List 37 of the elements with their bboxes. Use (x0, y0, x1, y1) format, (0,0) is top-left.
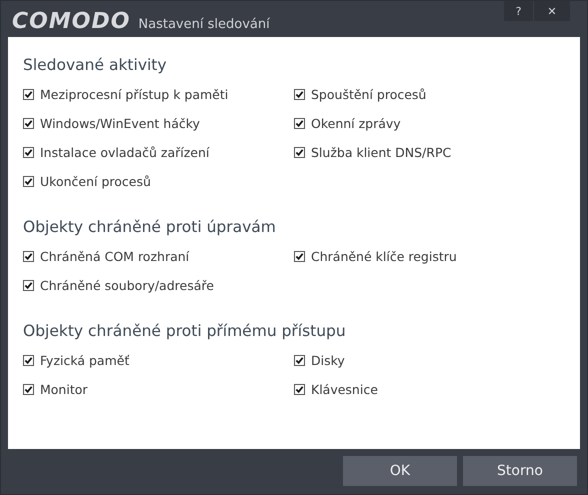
checkbox[interactable] (23, 355, 34, 366)
checkbox-label: Monitor (40, 382, 88, 397)
section-heading: Objekty chráněné proti přímému přístupu (23, 322, 347, 340)
window-title: Nastavení sledování (138, 17, 270, 32)
checkbox-label: Spouštění procesů (311, 87, 426, 102)
checkbox[interactable] (294, 118, 305, 129)
checkbox[interactable] (23, 251, 34, 262)
cancel-button[interactable]: Storno (463, 456, 577, 486)
close-button[interactable]: ✕ (534, 1, 570, 21)
checkbox[interactable] (23, 147, 34, 158)
checkbox-label: Fyzická paměť (40, 353, 130, 368)
checkbox-label: Disky (311, 353, 345, 368)
section-heading: Objekty chráněné proti úpravám (23, 218, 277, 236)
checkbox[interactable] (23, 384, 34, 395)
checkbox[interactable] (294, 147, 305, 158)
checkbox-label: Ukončení procesů (40, 174, 151, 189)
checkbox[interactable] (294, 384, 305, 395)
checkbox-label: Okenní zprávy (311, 116, 401, 131)
checkbox-label: Klávesnice (311, 382, 378, 397)
checkbox-label: Instalace ovladačů zařízení (40, 145, 210, 160)
checkbox[interactable] (23, 118, 34, 129)
checkbox-label: Chráněné klíče registru (311, 249, 457, 264)
checkbox-label: Služba klient DNS/RPC (311, 145, 452, 160)
checkbox-label: Chráněné soubory/adresáře (40, 278, 214, 293)
checkbox[interactable] (294, 89, 305, 100)
checkbox-label: Meziprocesní přístup k paměti (40, 87, 228, 102)
checkbox-label: Chráněná COM rozhraní (40, 249, 190, 264)
help-button[interactable]: ? (504, 1, 533, 21)
ok-button[interactable]: OK (343, 456, 457, 486)
checkbox[interactable] (294, 355, 305, 366)
checkbox-label: Windows/WinEvent háčky (40, 116, 200, 131)
checkbox[interactable] (23, 176, 34, 187)
checkbox[interactable] (23, 89, 34, 100)
checkbox[interactable] (23, 280, 34, 291)
section-heading: Sledované aktivity (23, 56, 168, 74)
checkbox[interactable] (294, 251, 305, 262)
logo: COMODO (12, 9, 130, 34)
